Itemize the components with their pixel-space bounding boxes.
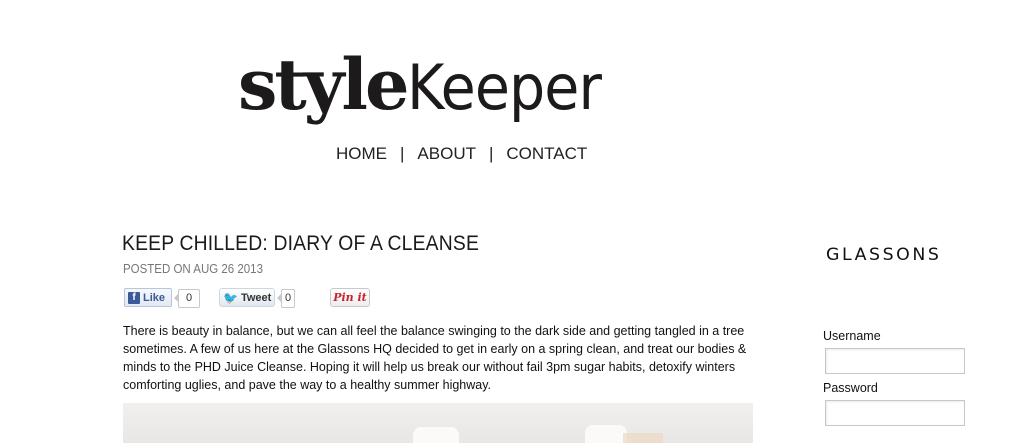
facebook-icon: f [128, 291, 140, 304]
logo-bold-text: style [238, 43, 410, 126]
juice-bottle-image [585, 425, 627, 443]
main-nav: HOME | ABOUT | CONTACT [336, 144, 587, 164]
tweet-button[interactable]: 🐦 Tweet [219, 288, 275, 307]
like-count: 0 [174, 289, 200, 308]
nav-contact-link[interactable]: CONTACT [506, 144, 587, 163]
tweet-count: 0 [277, 289, 295, 308]
juice-bottle-image [413, 427, 459, 443]
username-label: Username [823, 329, 881, 343]
site-logo[interactable]: styleKeeper [238, 50, 617, 140]
logo-light-text: Keeper [406, 51, 602, 124]
glassons-brand-logo[interactable]: GLASSONS [826, 245, 941, 265]
nav-about-link[interactable]: ABOUT [417, 144, 476, 163]
nav-home-link[interactable]: HOME [336, 144, 387, 163]
twitter-bird-icon: 🐦 [223, 290, 238, 305]
post-hero-image [123, 403, 753, 443]
facebook-like-button[interactable]: f Like [124, 288, 172, 307]
juice-shade-image [623, 433, 663, 443]
post-title[interactable]: KEEP CHILLED: DIARY OF A CLEANSE [122, 232, 479, 256]
like-label: Like [143, 291, 166, 304]
username-input[interactable] [825, 348, 965, 374]
password-label: Password [823, 381, 878, 395]
nav-separator: | [488, 144, 494, 163]
post-body: There is beauty in balance, but we can a… [123, 324, 747, 392]
pin-it-button[interactable]: Pin it [330, 288, 370, 307]
post-date: POSTED ON AUG 26 2013 [123, 262, 263, 276]
tweet-label: Tweet [240, 291, 272, 304]
password-input[interactable] [825, 400, 965, 426]
nav-separator: | [400, 144, 405, 163]
